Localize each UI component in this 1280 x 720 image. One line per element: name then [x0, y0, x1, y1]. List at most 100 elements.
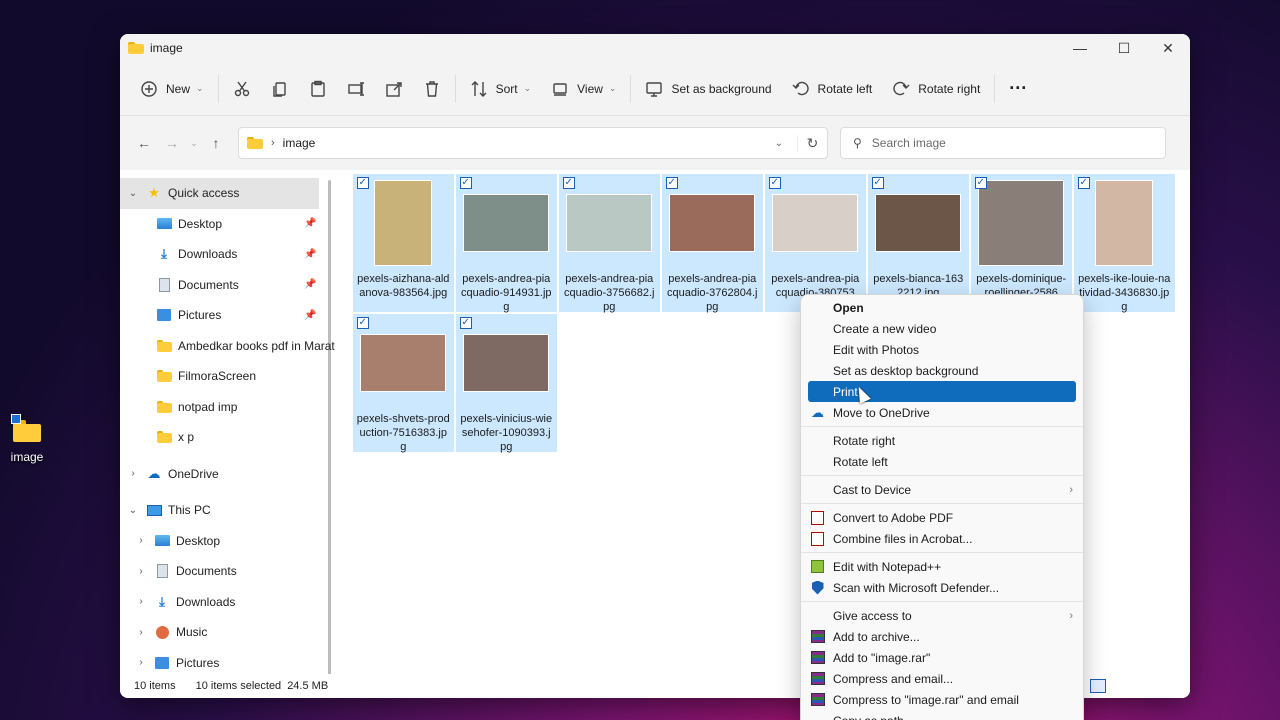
expand-chevron-icon[interactable]: ›	[128, 596, 154, 607]
recent-locations-button[interactable]: ⌄	[186, 129, 202, 157]
sidebar-item-onedrive[interactable]: › ☁ OneDrive	[120, 459, 335, 490]
menu-item-edit-with-photos[interactable]: Edit with Photos	[801, 339, 1083, 360]
maximize-button[interactable]: ☐	[1102, 34, 1146, 62]
menu-item-compress-to-image-rar-and-email[interactable]: Compress to "image.rar" and email	[801, 689, 1083, 710]
sidebar-item-filmorascreen[interactable]: FilmoraScreen	[120, 361, 335, 392]
sidebar-item-downloads[interactable]: › ⤓ Downloads	[120, 587, 335, 618]
toolbar-divider	[630, 74, 632, 103]
menu-item-create-a-new-video[interactable]: Create a new video	[801, 318, 1083, 339]
image-thumbnail	[978, 180, 1065, 266]
file-item[interactable]: ✓ pexels-andrea-piacquadio-914931.jpg	[455, 174, 557, 313]
rotate-left-label: Rotate left	[817, 81, 873, 96]
large-icons-view-icon[interactable]	[1090, 679, 1106, 693]
menu-item-convert-to-adobe-pdf[interactable]: Convert to Adobe PDF	[801, 507, 1083, 528]
expand-chevron-icon[interactable]: ›	[128, 535, 154, 546]
paste-button[interactable]	[299, 71, 337, 107]
close-button[interactable]: ✕	[1146, 34, 1190, 62]
address-history-chevron-icon[interactable]: ⌄	[775, 138, 783, 149]
selection-checkbox[interactable]: ✓	[356, 317, 369, 329]
rotate-right-button[interactable]: Rotate right	[882, 71, 990, 107]
file-item[interactable]: ✓ pexels-shvets-production-7516383.jpg	[352, 314, 454, 453]
file-item[interactable]: ✓ pexels-aizhana-aldanova-983564.jpg	[352, 174, 454, 312]
menu-item-edit-with-notepad[interactable]: Edit with Notepad++	[801, 556, 1083, 577]
rotate-left-button[interactable]: Rotate left	[782, 71, 883, 107]
selection-checkbox[interactable]: ✓	[768, 177, 781, 189]
menu-item-rotate-right[interactable]: Rotate right	[801, 430, 1083, 451]
menu-item-open[interactable]: Open	[801, 297, 1083, 318]
expand-chevron-icon[interactable]: ⌄	[120, 188, 146, 199]
file-item[interactable]: ✓ pexels-dominique-roellinger-2586	[970, 174, 1072, 312]
selection-checkbox[interactable]: ✓	[459, 317, 472, 329]
selection-checkbox[interactable]: ✓	[562, 177, 575, 189]
file-item[interactable]: ✓ pexels-andrea-piacquadio-3762804.jpg	[661, 174, 763, 313]
minimize-button[interactable]: —	[1058, 34, 1102, 62]
search-input[interactable]: ⚲ Search image	[840, 127, 1166, 159]
up-button[interactable]: ↑	[202, 129, 230, 157]
file-item[interactable]: ✓ pexels-ike-louie-natividad-3436830.jpg	[1073, 174, 1175, 313]
menu-item-move-to-onedrive[interactable]: ☁ Move to OneDrive	[801, 402, 1083, 423]
menu-item-label: Set as desktop background	[833, 363, 979, 378]
file-item[interactable]: ✓ pexels-andrea-piacquadio-380753	[764, 174, 866, 312]
menu-item-add-to-image-rar[interactable]: Add to "image.rar"	[801, 647, 1083, 668]
trash-icon	[425, 80, 438, 97]
expand-chevron-icon[interactable]: ›	[120, 468, 146, 479]
pdf-icon	[810, 510, 825, 525]
menu-item-combine-files-in-acrobat[interactable]: Combine files in Acrobat...	[801, 528, 1083, 549]
address-bar[interactable]: › image ⌄ ↻	[238, 127, 828, 159]
expand-chevron-icon[interactable]: ›	[128, 657, 154, 668]
sidebar-item-pictures[interactable]: Pictures 📌	[120, 300, 335, 331]
copy-button[interactable]	[261, 71, 299, 107]
expand-chevron-icon[interactable]: ›	[128, 566, 154, 577]
menu-item-copy-as-path[interactable]: Copy as path	[801, 710, 1083, 720]
see-more-button[interactable]: ···	[999, 71, 1037, 107]
expand-chevron-icon[interactable]: ⌄	[120, 505, 146, 516]
new-button[interactable]: New ⌄	[130, 71, 214, 107]
view-button[interactable]: View ⌄	[541, 71, 626, 107]
sidebar-item-ambedkar-books-pdf-in-marat[interactable]: Ambedkar books pdf in Marat	[120, 331, 335, 362]
menu-item-label: Give access to	[833, 608, 912, 623]
sort-icon	[471, 80, 487, 97]
new-label: New	[166, 81, 191, 96]
selection-checkbox[interactable]: ✓	[871, 177, 884, 189]
sidebar-item-quick-access[interactable]: ⌄ ★ Quick access	[120, 178, 319, 209]
selection-checkbox[interactable]: ✓	[459, 177, 472, 189]
file-item[interactable]: ✓ pexels-andrea-piacquadio-3756682.jpg	[558, 174, 660, 313]
share-button[interactable]	[375, 71, 413, 107]
menu-item-give-access-to[interactable]: Give access to ›	[801, 605, 1083, 626]
menu-item-add-to-archive[interactable]: Add to archive...	[801, 626, 1083, 647]
set-as-background-button[interactable]: Set as background	[635, 71, 781, 107]
delete-button[interactable]	[413, 71, 451, 107]
menu-item-set-as-desktop-background[interactable]: Set as desktop background	[801, 360, 1083, 381]
file-item[interactable]: ✓ pexels-bianca-1632212.jpg	[867, 174, 969, 312]
menu-item-rotate-left[interactable]: Rotate left	[801, 451, 1083, 472]
selection-checkbox[interactable]: ✓	[356, 177, 369, 189]
copy-icon	[272, 81, 286, 97]
sidebar-item-music[interactable]: › Music	[120, 617, 335, 648]
sidebar-item-documents[interactable]: Documents 📌	[120, 270, 335, 301]
sidebar-item-notpad-imp[interactable]: notpad imp	[120, 392, 335, 423]
menu-item-cast-to-device[interactable]: Cast to Device ›	[801, 479, 1083, 500]
file-item[interactable]: ✓ pexels-vinicius-wiesehofer-1090393.jpg	[455, 314, 557, 453]
back-button[interactable]: ←	[130, 129, 158, 157]
forward-button[interactable]: →	[158, 129, 186, 157]
sidebar-item-documents[interactable]: › Documents	[120, 556, 335, 587]
cut-button[interactable]	[223, 71, 261, 107]
breadcrumb-image[interactable]: image	[283, 136, 316, 150]
expand-chevron-icon[interactable]: ›	[128, 627, 154, 638]
refresh-button[interactable]: ↻	[797, 134, 827, 152]
selection-checkbox[interactable]: ✓	[665, 177, 678, 189]
sidebar-item-downloads[interactable]: ⤓ Downloads 📌	[120, 239, 335, 270]
rename-button[interactable]	[337, 71, 375, 107]
menu-item-scan-with-microsoft-defender[interactable]: Scan with Microsoft Defender...	[801, 577, 1083, 598]
menu-separator	[801, 503, 1083, 504]
sidebar-item-this-pc[interactable]: ⌄ This PC	[120, 495, 335, 526]
sidebar-item-desktop[interactable]: › Desktop	[120, 526, 335, 557]
selection-checkbox[interactable]: ✓	[974, 177, 987, 189]
desktop-folder-image[interactable]: image	[6, 414, 48, 464]
menu-item-print[interactable]: Print	[808, 381, 1076, 402]
sidebar-item-x-p[interactable]: x p	[120, 422, 335, 453]
sidebar-item-desktop[interactable]: Desktop 📌	[120, 209, 335, 240]
menu-item-compress-and-email[interactable]: Compress and email...	[801, 668, 1083, 689]
selection-checkbox[interactable]: ✓	[1077, 177, 1090, 189]
sort-button[interactable]: Sort ⌄	[460, 71, 542, 107]
